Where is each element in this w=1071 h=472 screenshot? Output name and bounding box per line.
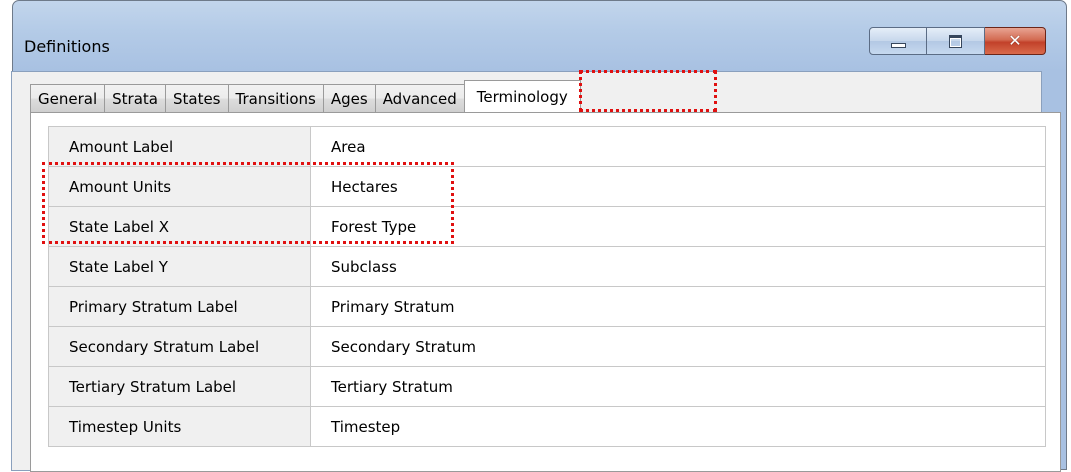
maximize-icon: [949, 34, 962, 48]
table-row: Tertiary Stratum Label Tertiary Stratum: [48, 366, 1046, 407]
table-row: Amount Units Hectares: [48, 166, 1046, 207]
row-key-cell: State Label Y: [48, 246, 311, 287]
window-title: Definitions: [24, 37, 110, 56]
table-row: Primary Stratum Label Primary Stratum: [48, 286, 1046, 327]
window-controls: ✕: [869, 27, 1046, 55]
row-key-cell: State Label X: [48, 206, 311, 247]
table-row: State Label Y Subclass: [48, 246, 1046, 287]
table-row: State Label X Forest Type: [48, 206, 1046, 247]
row-key-cell: Secondary Stratum Label: [48, 326, 311, 367]
tab-terminology[interactable]: Terminology: [463, 80, 581, 112]
row-key-cell: Primary Stratum Label: [48, 286, 311, 327]
tab-states[interactable]: States: [164, 84, 229, 112]
row-value-cell[interactable]: Primary Stratum: [310, 286, 1046, 327]
row-value-cell[interactable]: Timestep: [310, 406, 1046, 447]
table-row: Secondary Stratum Label Secondary Stratu…: [48, 326, 1046, 367]
terminology-grid: Amount Label Area Amount Units Hectares …: [48, 126, 1046, 447]
row-value-cell[interactable]: Forest Type: [310, 206, 1046, 247]
table-row: Timestep Units Timestep: [48, 406, 1046, 447]
row-value-cell[interactable]: Area: [310, 126, 1046, 167]
row-value-cell[interactable]: Subclass: [310, 246, 1046, 287]
minimize-button[interactable]: [869, 27, 927, 55]
row-key-cell: Tertiary Stratum Label: [48, 366, 311, 407]
tab-ages[interactable]: Ages: [322, 84, 376, 112]
tab-general[interactable]: General: [30, 84, 106, 112]
table-row: Amount Label Area: [48, 126, 1046, 167]
tab-advanced[interactable]: Advanced: [374, 84, 465, 112]
close-icon: ✕: [1008, 31, 1022, 50]
row-key-cell: Timestep Units: [48, 406, 311, 447]
row-value-cell[interactable]: Hectares: [310, 166, 1046, 207]
row-key-cell: Amount Label: [48, 126, 311, 167]
tab-transitions[interactable]: Transitions: [227, 84, 324, 112]
row-key-cell: Amount Units: [48, 166, 311, 207]
minimize-icon: [890, 42, 906, 48]
row-value-cell[interactable]: Secondary Stratum: [310, 326, 1046, 367]
row-value-cell[interactable]: Tertiary Stratum: [310, 366, 1046, 407]
tab-strata[interactable]: Strata: [104, 84, 166, 112]
close-button[interactable]: ✕: [985, 27, 1046, 55]
tab-strip: General Strata States Transitions Ages A…: [30, 79, 581, 113]
maximize-button[interactable]: [927, 27, 985, 55]
